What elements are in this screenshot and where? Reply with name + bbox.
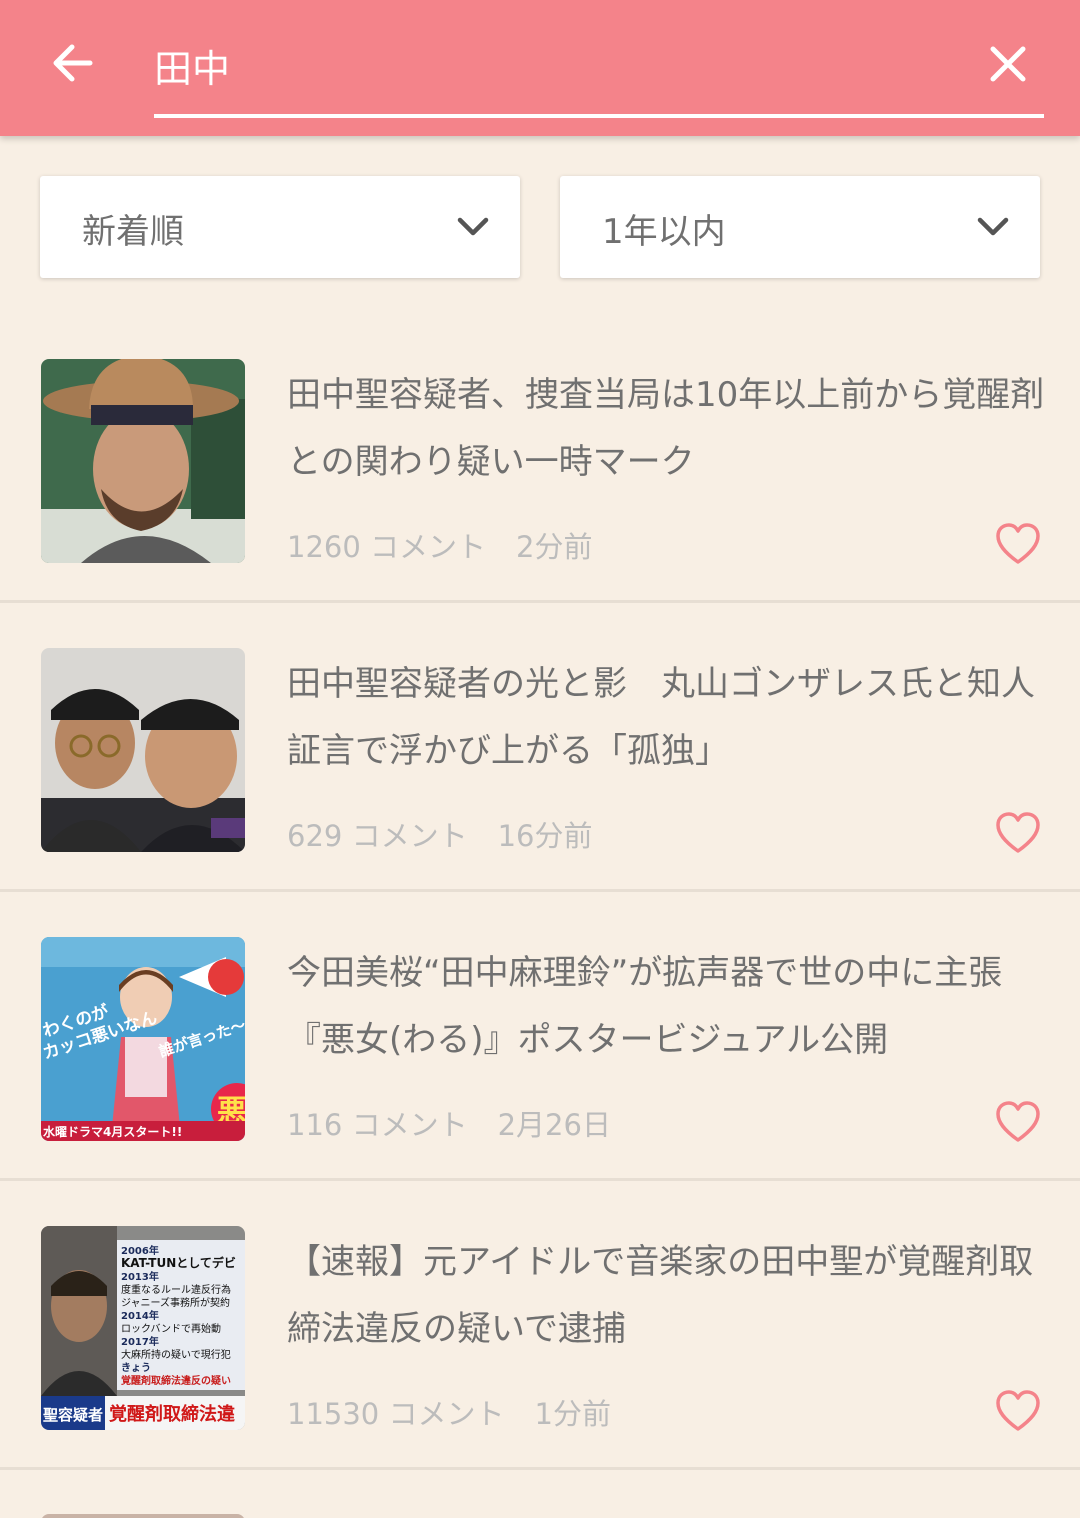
article-title: 田中聖容疑者、捜査当局は10年以上前から覚醒剤との関わり疑い一時マーク (287, 375, 1045, 482)
comment-label: コメント (370, 530, 487, 564)
comment-count: 1260 (287, 530, 361, 564)
comment-count: 11530 (287, 1397, 380, 1431)
timeline-line-2: KAT-TUNとしてデビ (121, 1255, 236, 1270)
list-item[interactable]: わくのが カッコ悪いなん 誰が言った〜 悪 水曜ドラマ4月スタート!! 今田美桜… (0, 892, 1080, 1181)
favorite-button[interactable] (994, 811, 1042, 855)
timeline-line-4: 度重なるルール違反行為 (121, 1283, 231, 1296)
comment-count: 629 (287, 819, 343, 853)
list-item[interactable]: 田中聖容疑者の光と影 丸山ゴンザレス氏と知人証言で浮かび上がる「孤独」 629 … (0, 603, 1080, 892)
article-title: 田中聖容疑者の光と影 丸山ゴンザレス氏と知人証言で浮かび上がる「孤独」 (287, 664, 1035, 771)
article-title: 【速報】元アイドルで音楽家の田中聖が覚醒剤取締法違反の疑いで逮捕 (287, 1242, 1034, 1349)
timeline-line-11: 覚醒剤取締法違反の疑い (121, 1374, 231, 1387)
article-thumbnail: わくのが カッコ悪いなん 誰が言った〜 悪 水曜ドラマ4月スタート!! (41, 937, 245, 1141)
caption-name: 聖容疑者 (43, 1406, 103, 1424)
search-app-bar (0, 0, 1080, 136)
caption-text: 覚醒剤取締法違 (109, 1403, 235, 1425)
article-time: 1分前 (534, 1397, 611, 1431)
article-meta: 629 コメント 16分前 (287, 813, 593, 855)
timeline-line-10: きょう (121, 1362, 151, 1374)
comment-label: コメント (388, 1397, 505, 1431)
sort-order-dropdown[interactable]: 新着順 (40, 176, 520, 278)
article-meta: 11530 コメント 1分前 (287, 1391, 611, 1433)
next-article-thumbnail[interactable] (41, 1514, 245, 1518)
comment-count: 116 (287, 1108, 343, 1142)
arrow-left-icon (53, 44, 93, 82)
two-men-photo (41, 648, 245, 852)
article-meta: 116 コメント 2月26日 (287, 1102, 611, 1144)
article-time: 16分前 (497, 819, 593, 853)
list-item[interactable]: 田中聖容疑者、捜査当局は10年以上前から覚醒剤との関わり疑い一時マーク 1260… (0, 314, 1080, 603)
favorite-button[interactable] (994, 1100, 1042, 1144)
comment-label: コメント (351, 819, 468, 853)
timeline-line-5: ジャニーズ事務所が契約 (121, 1296, 230, 1309)
article-list: 田中聖容疑者、捜査当局は10年以上前から覚醒剤との関わり疑い一時マーク 1260… (0, 314, 1080, 1470)
timeline-line-9: 大麻所持の疑いで現行犯 (121, 1348, 231, 1361)
article-thumbnail (41, 359, 245, 563)
man-with-hat-photo (41, 359, 245, 563)
chevron-down-icon (977, 217, 1009, 236)
favorite-button[interactable] (994, 522, 1042, 566)
article-thumbnail (41, 648, 245, 852)
poster-banner: 水曜ドラマ4月スタート!! (43, 1124, 182, 1139)
clear-search-button[interactable] (984, 38, 1032, 90)
heart-icon (996, 812, 1040, 853)
sort-order-value: 新着順 (82, 212, 184, 252)
heart-icon (996, 523, 1040, 564)
close-icon (990, 46, 1026, 82)
article-time: 2分前 (516, 530, 593, 564)
period-dropdown[interactable]: 1年以内 (560, 176, 1040, 278)
heart-icon (996, 1101, 1040, 1142)
favorite-button[interactable] (994, 1389, 1042, 1433)
timeline-line-7: ロックバンドで再始動 (121, 1322, 221, 1335)
chevron-down-icon (457, 217, 489, 236)
heart-icon (996, 1390, 1040, 1431)
back-button[interactable] (44, 34, 100, 92)
timeline-line-8: 2017年 (121, 1335, 159, 1348)
article-meta: 1260 コメント 2分前 (287, 524, 593, 566)
timeline-line-3: 2013年 (121, 1270, 159, 1283)
list-item[interactable]: 2006年 KAT-TUNとしてデビ 2013年 度重なるルール違反行為 ジャニ… (0, 1181, 1080, 1470)
search-input[interactable] (154, 30, 974, 100)
news-broadcast-image: 2006年 KAT-TUNとしてデビ 2013年 度重なるルール違反行為 ジャニ… (41, 1226, 245, 1430)
article-time: 2月26日 (497, 1108, 611, 1142)
comment-label: コメント (351, 1108, 468, 1142)
article-thumbnail: 2006年 KAT-TUNとしてデビ 2013年 度重なるルール違反行為 ジャニ… (41, 1226, 245, 1430)
article-title: 今田美桜“田中麻理鈴”が拡声器で世の中に主張『悪女(わる)』ポスタービジュアル公… (287, 953, 1003, 1060)
timeline-line-6: 2014年 (121, 1309, 159, 1322)
period-value: 1年以内 (602, 212, 726, 252)
drama-poster-image: わくのが カッコ悪いなん 誰が言った〜 悪 水曜ドラマ4月スタート!! (41, 937, 245, 1141)
search-underline (154, 114, 1044, 118)
